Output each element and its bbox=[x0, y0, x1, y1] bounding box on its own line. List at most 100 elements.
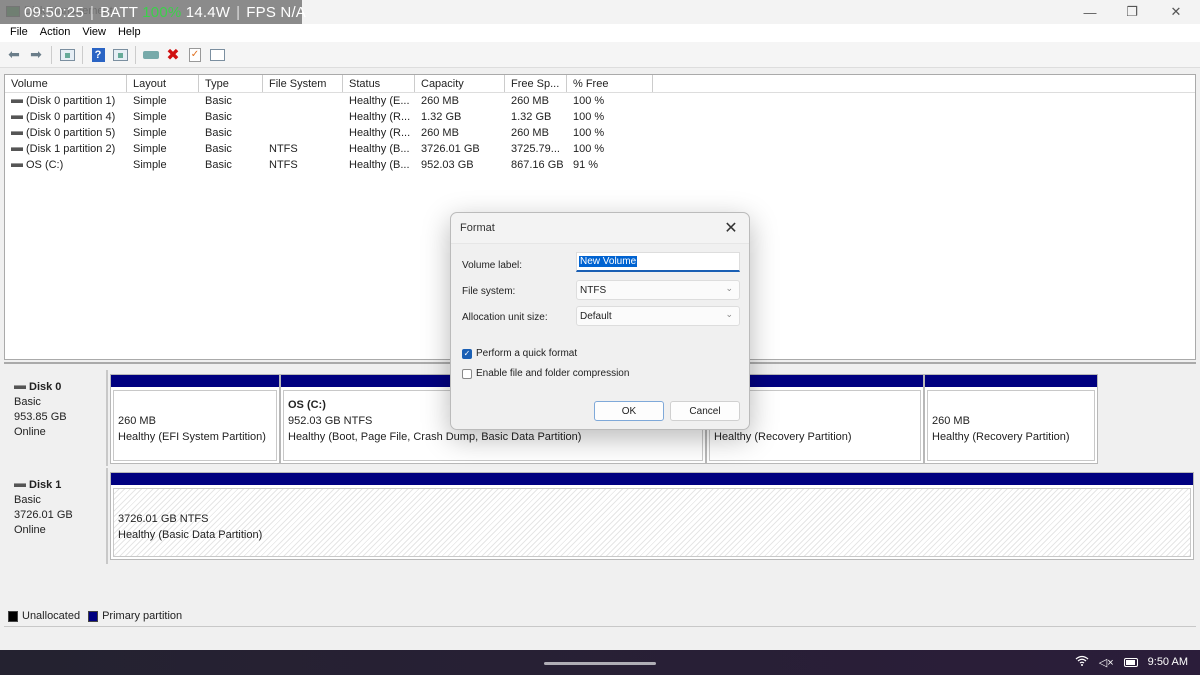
cell-type: Basic bbox=[205, 127, 232, 139]
legend-swatch-primary bbox=[88, 610, 99, 622]
volume-row[interactable]: (Disk 0 partition 1) Simple Basic Healthy (… bbox=[5, 93, 1195, 109]
show-action-pane-icon[interactable] bbox=[110, 45, 130, 65]
compression-checkbox[interactable] bbox=[462, 368, 472, 379]
disk-type: Basic bbox=[14, 494, 41, 506]
file-system-select[interactable]: NTFS ⌄ bbox=[576, 280, 740, 300]
cell-capacity: 260 MB bbox=[421, 95, 459, 107]
chevron-down-icon: ⌄ bbox=[725, 283, 733, 293]
ok-button[interactable]: OK bbox=[594, 401, 664, 421]
partition-efi[interactable]: 260 MB Healthy (EFI System Partition) bbox=[110, 374, 280, 464]
cell-free-space: 260 MB bbox=[511, 127, 549, 139]
volume-row[interactable]: OS (C:) Simple Basic NTFS Healthy (B... 952.0… bbox=[5, 157, 1195, 173]
legend-swatch-unallocated bbox=[8, 610, 18, 622]
partition-status: Healthy (Recovery Partition) bbox=[714, 431, 852, 443]
partition-recovery-2[interactable]: 260 MB Healthy (Recovery Partition) bbox=[924, 374, 1098, 464]
cell-volume: (Disk 1 partition 2) bbox=[5, 143, 127, 155]
partition-size: 3726.01 GB NTFS bbox=[118, 513, 209, 525]
volume-label-input[interactable]: New Volume bbox=[576, 252, 740, 272]
disk-1-row[interactable]: Disk 1 Basic 3726.01 GB Online 3726.01 G… bbox=[6, 468, 1194, 564]
menu-file[interactable]: File bbox=[4, 24, 34, 42]
menu-view[interactable]: View bbox=[76, 24, 112, 42]
volume-row[interactable]: (Disk 0 partition 4) Simple Basic Healthy (… bbox=[5, 109, 1195, 125]
properties-icon[interactable]: ✓ bbox=[185, 45, 205, 65]
menu-help[interactable]: Help bbox=[112, 24, 147, 42]
partition-status: Healthy (Basic Data Partition) bbox=[118, 529, 263, 541]
battery-icon[interactable] bbox=[1123, 657, 1138, 667]
menu-bar: File Action View Help bbox=[0, 24, 1200, 42]
partition-basic-data[interactable]: 3726.01 GB NTFS Healthy (Basic Data Part… bbox=[110, 472, 1194, 560]
minimize-button[interactable]: — bbox=[1068, 0, 1112, 24]
volume-icon bbox=[11, 163, 23, 168]
close-button[interactable]: ✕ bbox=[1154, 0, 1198, 24]
disk-1-info[interactable]: Disk 1 Basic 3726.01 GB Online bbox=[6, 468, 108, 564]
taskbar-clock[interactable]: 9:50 AM bbox=[1148, 656, 1188, 668]
wifi-icon[interactable] bbox=[1075, 655, 1089, 669]
column-free-space[interactable]: Free Sp... bbox=[505, 75, 567, 92]
volume-icon bbox=[11, 115, 23, 120]
maximize-button[interactable]: ❐ bbox=[1110, 0, 1154, 24]
column-capacity[interactable]: Capacity bbox=[415, 75, 505, 92]
cell-capacity: 952.03 GB bbox=[421, 159, 474, 171]
partition-details: 260 MB Healthy (EFI System Partition) bbox=[113, 390, 277, 461]
compression-row[interactable]: Enable file and folder compression bbox=[462, 368, 629, 379]
volume-icon bbox=[11, 147, 23, 152]
quick-format-label: Perform a quick format bbox=[476, 348, 578, 359]
show-hide-console-tree-icon[interactable] bbox=[57, 45, 77, 65]
disk-name: Disk 1 bbox=[29, 479, 62, 491]
file-system-label: File system: bbox=[462, 286, 516, 297]
cell-layout: Simple bbox=[133, 111, 167, 123]
taskbar: ◁× 9:50 AM bbox=[0, 650, 1200, 675]
cancel-button[interactable]: Cancel bbox=[670, 401, 740, 421]
cell-capacity: 260 MB bbox=[421, 127, 459, 139]
cell-volume: (Disk 0 partition 5) bbox=[5, 127, 127, 139]
quick-format-checkbox[interactable]: ✓ bbox=[462, 348, 472, 359]
status-bar bbox=[4, 626, 1196, 650]
partition-details: 260 MB Healthy (Recovery Partition) bbox=[927, 390, 1095, 461]
disk-name: Disk 0 bbox=[29, 381, 62, 393]
column-status[interactable]: Status bbox=[343, 75, 415, 92]
column-filler bbox=[653, 75, 1195, 92]
partition-status: Healthy (Boot, Page File, Crash Dump, Ba… bbox=[288, 431, 582, 443]
column-percent-free[interactable]: % Free bbox=[567, 75, 653, 92]
mute-icon[interactable]: ◁× bbox=[1099, 656, 1114, 669]
volume-row[interactable]: (Disk 0 partition 5) Simple Basic Healthy (… bbox=[5, 125, 1195, 141]
column-type[interactable]: Type bbox=[199, 75, 263, 92]
cell-layout: Simple bbox=[133, 127, 167, 139]
back-icon[interactable]: ⬅ bbox=[4, 45, 24, 65]
delete-icon[interactable]: ✖ bbox=[163, 45, 183, 65]
dialog-close-button[interactable]: ✕ bbox=[721, 218, 741, 238]
column-file-system[interactable]: File System bbox=[263, 75, 343, 92]
volume-row[interactable]: (Disk 1 partition 2) Simple Basic NTFS Healt… bbox=[5, 141, 1195, 157]
help-icon[interactable]: ? bbox=[88, 45, 108, 65]
cell-volume: (Disk 0 partition 4) bbox=[5, 111, 127, 123]
primary-partition-bar bbox=[111, 375, 279, 387]
column-volume[interactable]: Volume bbox=[5, 75, 127, 92]
legend: Unallocated Primary partition bbox=[8, 610, 182, 622]
overlay-separator: | bbox=[236, 4, 241, 21]
volume-name: (Disk 0 partition 1) bbox=[26, 95, 116, 107]
primary-partition-bar bbox=[111, 473, 1193, 485]
cell-status: Healthy (B... bbox=[349, 143, 410, 155]
cell-volume: (Disk 0 partition 1) bbox=[5, 95, 127, 107]
list-view-icon[interactable] bbox=[207, 45, 227, 65]
disk-status: Online bbox=[14, 426, 46, 438]
partition-status: Healthy (Recovery Partition) bbox=[932, 431, 1070, 443]
forward-icon[interactable]: ➡ bbox=[26, 45, 46, 65]
cell-percent-free: 91 % bbox=[573, 159, 599, 171]
connect-icon[interactable] bbox=[141, 45, 161, 65]
cell-status: Healthy (R... bbox=[349, 111, 411, 123]
cell-status: Healthy (E... bbox=[349, 95, 410, 107]
cell-volume: OS (C:) bbox=[5, 159, 127, 171]
volume-label-value: New Volume bbox=[579, 256, 638, 267]
allocation-unit-size-select[interactable]: Default ⌄ bbox=[576, 306, 740, 326]
cell-status: Healthy (B... bbox=[349, 159, 410, 171]
column-layout[interactable]: Layout bbox=[127, 75, 199, 92]
cell-percent-free: 100 % bbox=[573, 95, 605, 107]
disk-0-info[interactable]: Disk 0 Basic 953.85 GB Online bbox=[6, 370, 108, 466]
volume-list-header: Volume Layout Type File System Status Ca… bbox=[5, 75, 1195, 93]
menu-action[interactable]: Action bbox=[34, 24, 77, 42]
volume-name: (Disk 1 partition 2) bbox=[26, 143, 116, 155]
cell-free-space: 3725.79... bbox=[511, 143, 560, 155]
home-indicator[interactable] bbox=[544, 662, 656, 665]
quick-format-row[interactable]: ✓ Perform a quick format bbox=[462, 348, 577, 359]
